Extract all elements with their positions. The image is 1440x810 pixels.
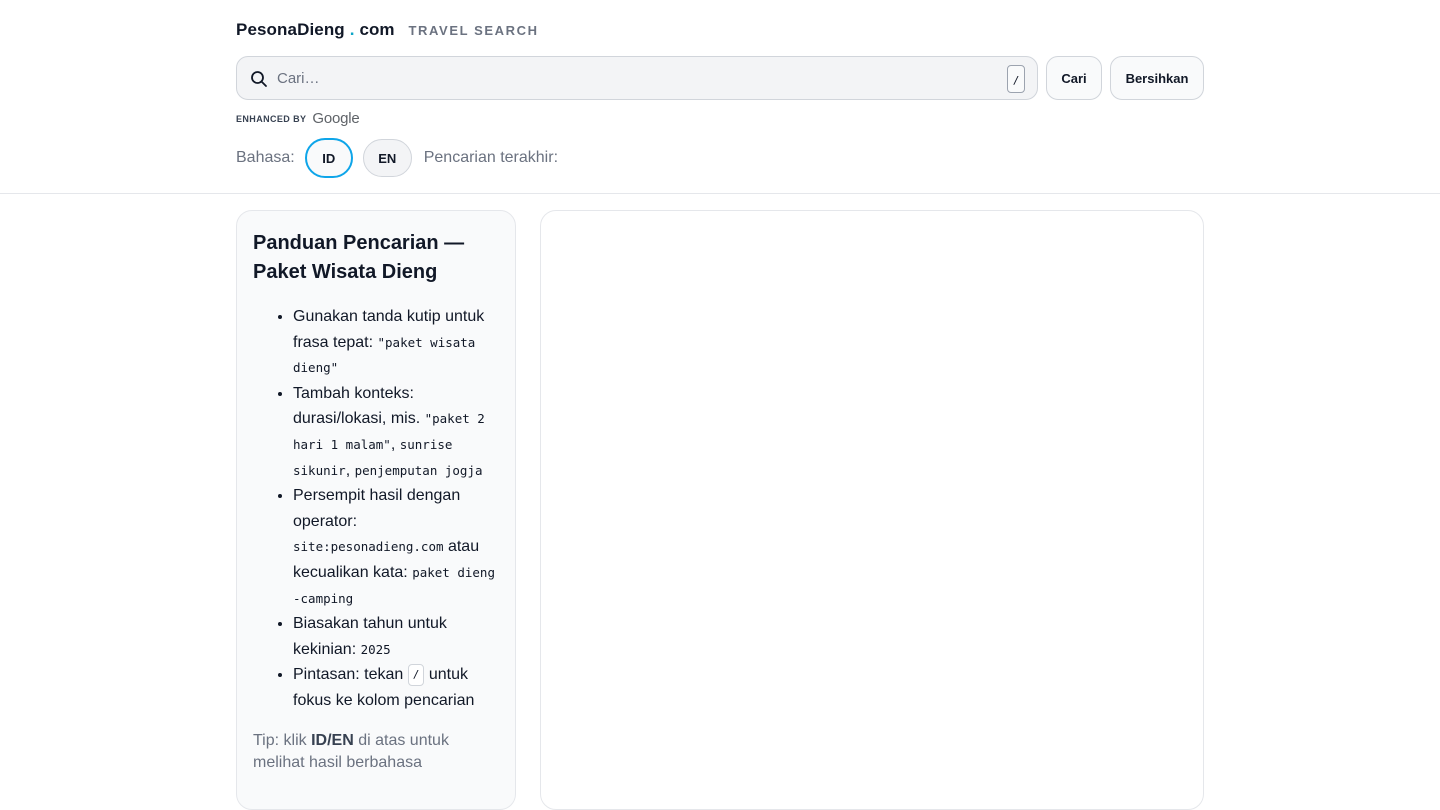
code-example: 2025 <box>360 641 391 657</box>
code-example: site:pesonadieng.com <box>293 539 444 555</box>
brand-subtitle: TRAVEL SEARCH <box>408 23 539 38</box>
enhanced-label: ENHANCED BY <box>236 113 307 124</box>
language-id-button[interactable]: ID <box>304 138 353 178</box>
google-logo: Google <box>312 110 360 127</box>
brand-dot: . <box>349 20 355 39</box>
search-input[interactable] <box>277 57 997 99</box>
search-results-panel <box>540 210 1204 810</box>
recent-searches-label: Pencarian terakhir: <box>423 149 559 166</box>
brand-name: PesonaDieng <box>236 20 345 39</box>
clear-button[interactable]: Bersihkan <box>1110 56 1204 100</box>
language-row: Bahasa: ID EN Pencarian terakhir: <box>236 138 558 178</box>
search-box: / <box>236 56 1038 100</box>
shortcut-key: / <box>407 664 425 687</box>
guide-item-year: Biasakan tahun untuk kekinian: 2025 <box>293 611 499 662</box>
guide-title: Panduan Pencarian — Paket Wisata Dieng <box>253 232 465 283</box>
guide-item-quotes: Gunakan tanda kutip untuk frasa tepat: "… <box>293 304 499 381</box>
shortcut-key-hint: / <box>1007 65 1025 93</box>
brand-logo[interactable]: PesonaDieng . com TRAVEL SEARCH <box>236 20 539 40</box>
search-button[interactable]: Cari <box>1046 56 1102 100</box>
guide-list: Gunakan tanda kutip untuk frasa tepat: "… <box>253 304 499 714</box>
language-en-button[interactable]: EN <box>362 139 412 177</box>
site-header: PesonaDieng . com TRAVEL SEARCH / Cari B… <box>0 0 1440 194</box>
guide-item-context: Tambah konteks: durasi/lokasi, mis. "pak… <box>293 381 499 483</box>
code-example: penjemputan jogja <box>354 462 483 478</box>
guide-item-operators: Persempit hasil dengan operator: site:pe… <box>293 483 499 611</box>
brand-tld: com <box>359 20 395 39</box>
enhanced-by-google: ENHANCED BY Google <box>236 110 360 127</box>
language-label: Bahasa: <box>236 149 295 166</box>
search-icon <box>251 71 267 87</box>
guide-tip: Tip: klik ID/EN di atas untuk melihat ha… <box>253 731 449 771</box>
search-guide-panel: Panduan Pencarian — Paket Wisata Dieng G… <box>236 210 516 810</box>
guide-item-shortcut: Pintasan: tekan / untuk fokus ke kolom p… <box>293 662 499 713</box>
